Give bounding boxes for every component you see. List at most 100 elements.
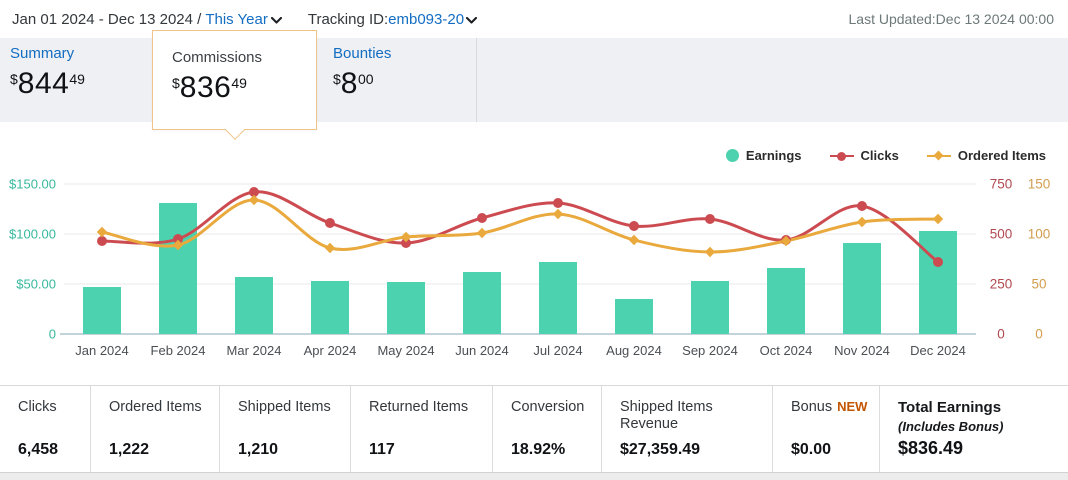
bar-earnings — [463, 272, 501, 334]
stat-value: 1,222 — [109, 441, 149, 459]
stat-total-earnings: Total Earnings (Includes Bonus) $836.49 — [880, 386, 1068, 472]
stat-shipped-items: Shipped Items 1,210 — [220, 386, 351, 472]
svg-text:50: 50 — [1031, 277, 1046, 292]
stat-label: Clicks — [18, 399, 82, 416]
svg-text:$150.00: $150.00 — [9, 177, 56, 192]
stat-value: 18.92% — [511, 441, 565, 459]
point-ordered-items — [97, 227, 107, 237]
stat-bonus: BonusNEW $0.00 — [773, 386, 880, 472]
svg-text:500: 500 — [990, 227, 1013, 242]
bar-earnings — [843, 243, 881, 334]
bar-earnings — [311, 281, 349, 334]
summary-stats-bar: Clicks6,458Ordered Items1,222Shipped Ite… — [0, 385, 1068, 472]
svg-text:Jan 2024: Jan 2024 — [75, 343, 129, 358]
legend-label: Clicks — [861, 148, 899, 163]
bar-earnings — [919, 231, 957, 334]
svg-text:Jul 2024: Jul 2024 — [533, 343, 582, 358]
period-selector[interactable]: This Year — [205, 11, 282, 28]
legend-label: Ordered Items — [958, 148, 1046, 163]
tab-label: Commissions — [172, 49, 316, 66]
point-clicks — [325, 218, 335, 228]
date-range: Jan 01 2024 - Dec 13 2024 / — [12, 11, 201, 28]
legend-item-ordered-items[interactable]: Ordered Items — [927, 148, 1046, 163]
svg-text:100: 100 — [1028, 227, 1051, 242]
bar-earnings — [539, 262, 577, 334]
clicks-marker-icon — [830, 149, 854, 162]
svg-text:0: 0 — [1035, 327, 1043, 342]
stat-label: BonusNEW — [791, 399, 871, 416]
stat-value: $836.49 — [898, 438, 963, 459]
earnings-tabs: Summary $84449 Commissions $83649 Bounti… — [0, 38, 1068, 122]
stat-ordered-items: Ordered Items1,222 — [91, 386, 220, 472]
svg-text:Nov 2024: Nov 2024 — [834, 343, 890, 358]
earnings-marker-icon — [726, 149, 739, 162]
point-ordered-items — [325, 243, 335, 253]
point-ordered-items — [705, 247, 715, 257]
stat-value: 117 — [369, 441, 395, 459]
tab-amount: $84449 — [10, 67, 152, 101]
legend-item-clicks[interactable]: Clicks — [830, 148, 899, 163]
tracking-id-label: Tracking ID: — [308, 11, 388, 28]
bar-earnings — [767, 268, 805, 334]
bar-earnings — [159, 203, 197, 334]
svg-text:$50.00: $50.00 — [16, 277, 56, 292]
tab-label: Summary — [10, 45, 152, 62]
stat-value: $0.00 — [791, 441, 831, 459]
point-ordered-items — [249, 195, 259, 205]
svg-text:Mar 2024: Mar 2024 — [227, 343, 282, 358]
svg-text:Oct 2024: Oct 2024 — [760, 343, 813, 358]
point-ordered-items — [629, 235, 639, 245]
svg-text:250: 250 — [990, 277, 1013, 292]
svg-text:$100.00: $100.00 — [9, 227, 56, 242]
stat-label: Conversion — [511, 399, 593, 416]
new-badge: NEW — [837, 399, 867, 414]
svg-text:0: 0 — [49, 327, 56, 342]
svg-text:Apr 2024: Apr 2024 — [304, 343, 357, 358]
stat-label: Shipped Items — [238, 399, 342, 416]
point-clicks — [857, 201, 867, 211]
stat-label: Shipped Items Revenue — [620, 399, 764, 434]
svg-text:May 2024: May 2024 — [377, 343, 434, 358]
bar-earnings — [387, 282, 425, 334]
tab-bounties[interactable]: Bounties $800 — [317, 38, 477, 122]
point-clicks — [933, 257, 943, 267]
tracking-id-selector[interactable]: emb093-20 — [388, 11, 477, 28]
tab-amount: $800 — [333, 67, 476, 101]
svg-text:Sep 2024: Sep 2024 — [682, 343, 738, 358]
point-ordered-items — [933, 214, 943, 224]
svg-text:750: 750 — [990, 177, 1013, 192]
point-ordered-items — [553, 209, 563, 219]
stat-value: 1,210 — [238, 441, 278, 459]
tab-summary[interactable]: Summary $84449 — [0, 38, 152, 122]
stat-returned-items: Returned Items 117 — [351, 386, 493, 472]
chart-legend: Earnings Clicks Ordered Items — [726, 148, 1046, 163]
tracking-id-value: emb093-20 — [388, 11, 464, 28]
chevron-down-icon — [466, 17, 477, 24]
bar-earnings — [615, 299, 653, 334]
stat-shipped-items-revenue: Shipped Items Revenue $27,359.49 — [602, 386, 773, 472]
stat-value: $27,359.49 — [620, 441, 700, 459]
stat-label: Total Earnings — [898, 399, 1060, 417]
svg-text:Feb 2024: Feb 2024 — [151, 343, 206, 358]
tab-commissions[interactable]: Commissions $83649 — [152, 30, 317, 130]
point-clicks — [97, 236, 107, 246]
point-clicks — [629, 221, 639, 231]
bar-earnings — [235, 277, 273, 334]
point-clicks — [705, 214, 715, 224]
tab-amount: $83649 — [172, 71, 316, 105]
stat-label: Returned Items — [369, 399, 484, 416]
svg-text:0: 0 — [997, 327, 1005, 342]
stat-sublabel: (Includes Bonus) — [898, 419, 1060, 434]
stat-clicks: Clicks 6,458 — [0, 386, 91, 472]
point-clicks — [553, 198, 563, 208]
period-label: This Year — [205, 11, 268, 28]
svg-text:Jun 2024: Jun 2024 — [455, 343, 509, 358]
last-updated: Last Updated:Dec 13 2024 00:00 — [849, 11, 1055, 27]
legend-item-earnings[interactable]: Earnings — [726, 148, 802, 163]
bar-earnings — [691, 281, 729, 334]
point-clicks — [477, 213, 487, 223]
point-ordered-items — [477, 228, 487, 238]
page-footer-strip — [0, 472, 1068, 480]
stat-conversion: Conversion 18.92% — [493, 386, 602, 472]
stat-value: 6,458 — [18, 441, 58, 459]
